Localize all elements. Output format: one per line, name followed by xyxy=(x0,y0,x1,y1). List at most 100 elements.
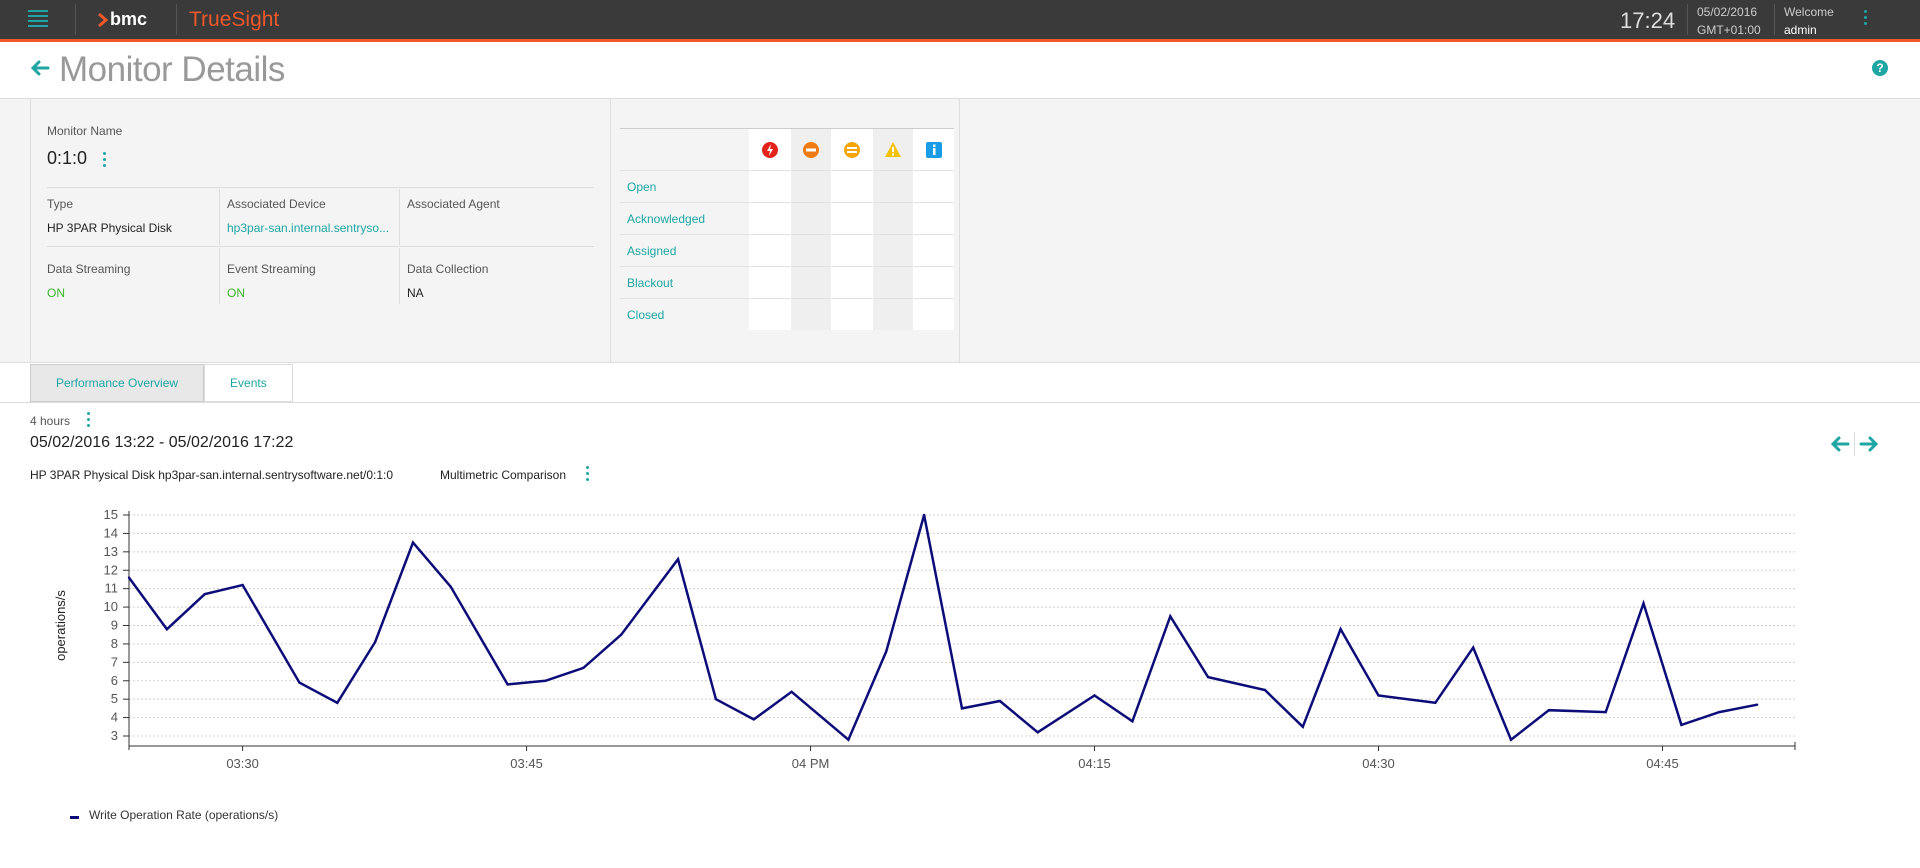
event-count-cell xyxy=(913,170,954,203)
data-point xyxy=(1680,723,1683,727)
username: admin xyxy=(1784,23,1817,37)
data-point xyxy=(1718,710,1721,714)
x-tick-label: 04:15 xyxy=(1078,756,1111,771)
event-row-open: Open xyxy=(620,170,954,203)
event-row-label[interactable]: Closed xyxy=(620,298,750,330)
date-text: 05/02/2016 xyxy=(1697,5,1758,19)
major-header xyxy=(790,128,832,171)
chart-options-icon[interactable] xyxy=(586,466,589,484)
severity-header-row xyxy=(620,128,954,171)
x-tick-label: 04:45 xyxy=(1646,756,1679,771)
event-count-cell xyxy=(872,170,914,203)
event-count-cell xyxy=(831,266,873,299)
previous-period-button[interactable] xyxy=(1826,432,1854,456)
hamburger-menu-icon[interactable] xyxy=(28,10,48,28)
x-tick-label: 03:45 xyxy=(510,756,543,771)
clock-date: 05/02/2016 GMT+01:00 xyxy=(1697,3,1761,39)
event-count-cell xyxy=(749,170,791,203)
data-point xyxy=(127,576,131,579)
monitor-name-label: Monitor Name xyxy=(47,124,123,138)
monitor-name: 0:1:0 xyxy=(47,148,88,168)
data-point xyxy=(998,699,1002,703)
associated-device-label: Associated Device xyxy=(227,197,326,211)
event-row-label[interactable]: Assigned xyxy=(620,234,750,267)
bmc-chevron-icon xyxy=(98,12,108,27)
data-point xyxy=(885,650,888,653)
event-streaming-label: Event Streaming xyxy=(227,262,316,276)
divider xyxy=(1687,4,1688,35)
tab-events[interactable]: Events xyxy=(204,364,293,402)
event-count-cell xyxy=(749,202,791,235)
tab-performance-overview[interactable]: Performance Overview xyxy=(30,364,205,402)
time-range-menu-icon[interactable] xyxy=(87,412,90,430)
next-period-button[interactable] xyxy=(1855,432,1883,456)
y-tick-label: 11 xyxy=(105,581,119,596)
event-row-blackout: Blackout xyxy=(620,266,954,299)
y-tick-label: 15 xyxy=(104,507,118,522)
y-tick-label: 4 xyxy=(111,710,118,725)
data-point xyxy=(1509,738,1513,741)
data-point xyxy=(620,633,623,636)
event-row-label[interactable]: Acknowledged xyxy=(620,202,750,235)
data-streaming-label: Data Streaming xyxy=(47,262,131,276)
event-count-cell xyxy=(790,234,832,267)
back-arrow-icon[interactable] xyxy=(30,60,50,76)
type-value: HP 3PAR Physical Disk xyxy=(47,221,172,235)
arrow-left-icon xyxy=(1830,436,1850,452)
divider xyxy=(959,99,960,362)
event-count-cell xyxy=(913,266,954,299)
info-header xyxy=(913,128,954,171)
topbar-more-icon[interactable] xyxy=(1864,10,1867,28)
event-row-closed: Closed xyxy=(620,298,954,330)
clock-time: 17:24 xyxy=(1620,8,1676,33)
major-icon xyxy=(803,141,819,158)
truesight-logo[interactable]: TrueSight xyxy=(189,8,279,32)
divider xyxy=(219,248,220,304)
data-point xyxy=(165,627,169,631)
time-navigation xyxy=(1826,432,1883,456)
data-point xyxy=(298,681,301,684)
data-point xyxy=(1131,720,1134,723)
data-point xyxy=(449,585,453,589)
event-count-cell xyxy=(749,234,791,267)
data-point xyxy=(752,718,755,721)
data-point xyxy=(676,558,680,561)
critical-icon xyxy=(762,141,778,158)
monitor-summary: Monitor Name 0:1:0 Type HP 3PAR Physical… xyxy=(30,99,611,362)
type-label: Type xyxy=(47,197,74,211)
user-menu[interactable]: Welcome admin xyxy=(1784,3,1834,39)
minor-icon xyxy=(844,141,860,158)
divider xyxy=(0,402,1920,403)
event-count-cell xyxy=(749,266,791,299)
y-tick-label: 8 xyxy=(111,636,118,651)
divider xyxy=(75,4,76,35)
event-count-cell xyxy=(790,202,832,235)
y-tick-label: 9 xyxy=(111,618,118,633)
data-point xyxy=(847,738,850,741)
event-count-cell xyxy=(872,234,914,267)
data-collection-value: NA xyxy=(407,286,424,300)
data-point xyxy=(714,697,718,701)
data-point xyxy=(1547,709,1551,712)
associated-device-link[interactable]: hp3par-san.internal.sentryso... xyxy=(227,221,389,235)
data-streaming-status: ON xyxy=(47,286,65,300)
data-point xyxy=(1093,694,1096,697)
data-collection-label: Data Collection xyxy=(407,262,489,276)
top-bar: bmc TrueSight 17:24 05/02/2016 GMT+01:00… xyxy=(0,0,1920,39)
event-summary-table: Open Acknowledged Assigned Blackout Clos… xyxy=(620,128,954,330)
data-point xyxy=(582,666,585,670)
event-count-cell xyxy=(790,170,832,203)
help-icon[interactable]: ? xyxy=(1872,60,1888,76)
event-row-label[interactable]: Open xyxy=(620,170,750,203)
data-point xyxy=(1301,725,1304,728)
page-title: Monitor Details xyxy=(59,50,285,89)
chart-subject: HP 3PAR Physical Disk hp3par-san.interna… xyxy=(30,468,394,482)
data-point xyxy=(336,701,339,705)
y-tick-label: 5 xyxy=(111,691,118,706)
divider xyxy=(1774,4,1775,35)
associated-agent-label: Associated Agent xyxy=(407,197,500,211)
monitor-actions-icon[interactable] xyxy=(103,152,106,170)
event-count-cell xyxy=(790,266,832,299)
data-point xyxy=(1642,602,1645,605)
event-row-label[interactable]: Blackout xyxy=(620,266,750,299)
